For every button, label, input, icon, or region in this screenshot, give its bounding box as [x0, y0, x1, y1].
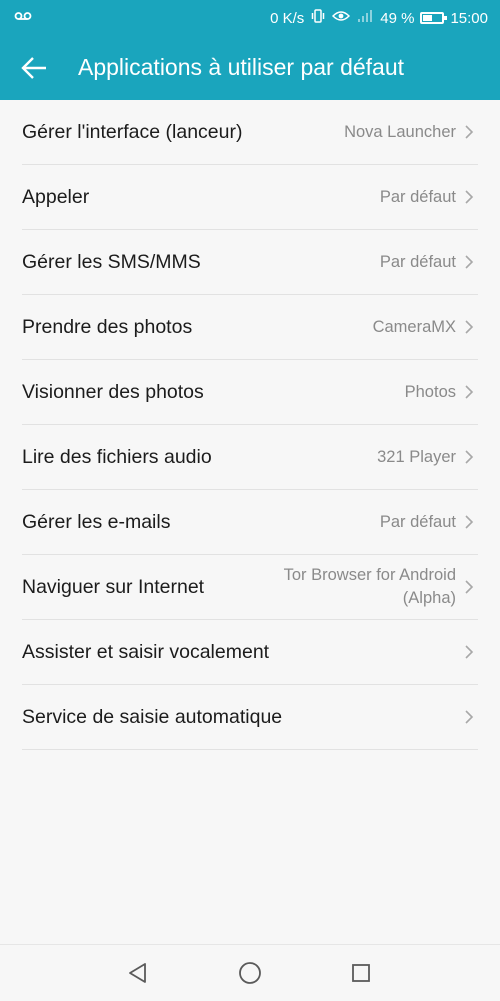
- list-item-email[interactable]: Gérer les e-mails Par défaut: [22, 490, 478, 555]
- list-item-value: Nova Launcher: [344, 122, 456, 141]
- list-item-value: Tor Browser for Android (Alpha): [284, 564, 456, 610]
- list-item-value: CameraMX: [372, 317, 456, 336]
- navigation-bar: [0, 944, 500, 1001]
- list-item-value: Par défaut: [379, 187, 456, 206]
- triangle-back-icon: [129, 963, 146, 983]
- chevron-right-icon: [460, 188, 478, 206]
- chevron-right-icon: [460, 383, 478, 401]
- square-recents-icon: [352, 964, 370, 982]
- network-speed: 0 K/s: [270, 9, 305, 27]
- app-bar: Applications à utiliser par défaut: [0, 36, 500, 100]
- list-item-audio[interactable]: Lire des fichiers audio 321 Player: [22, 425, 478, 490]
- list-item-value: Par défaut: [379, 512, 456, 531]
- chevron-right-icon: [460, 708, 478, 726]
- eye-comfort-icon: [332, 9, 351, 27]
- nav-home-button[interactable]: [234, 957, 266, 989]
- list-item-value-line1: Tor Browser for Android: [283, 566, 456, 584]
- voicemail-icon: [14, 9, 32, 26]
- list-item-value: 321 Player: [377, 447, 456, 466]
- list-item-label: Visionner des photos: [22, 380, 204, 403]
- list-item-value: Par défaut: [379, 252, 456, 271]
- chevron-right-icon: [460, 578, 478, 596]
- chevron-right-icon: [460, 253, 478, 271]
- chevron-right-icon: [460, 318, 478, 336]
- list-item-value-line2: (Alpha): [402, 589, 456, 607]
- circle-home-icon: [239, 962, 261, 984]
- list-item-camera[interactable]: Prendre des photos CameraMX: [22, 295, 478, 360]
- vibrate-icon: [310, 8, 326, 28]
- list-item-label: Appeler: [22, 185, 90, 208]
- list-item-autofill[interactable]: Service de saisie automatique: [22, 685, 478, 750]
- list-item-launcher[interactable]: Gérer l'interface (lanceur) Nova Launche…: [22, 100, 478, 165]
- chevron-right-icon: [460, 513, 478, 531]
- list-item-label: Service de saisie automatique: [22, 705, 283, 728]
- list-item-label: Naviguer sur Internet: [22, 575, 205, 598]
- list-item-value: Photos: [404, 382, 456, 401]
- chevron-right-icon: [460, 448, 478, 466]
- list-item-label: Lire des fichiers audio: [22, 445, 212, 468]
- list-item-browser[interactable]: Naviguer sur Internet Tor Browser for An…: [22, 555, 478, 620]
- clock: 15:00: [450, 9, 488, 27]
- chevron-right-icon: [460, 643, 478, 661]
- list-item-label: Gérer l'interface (lanceur): [22, 120, 243, 143]
- default-apps-list: Gérer l'interface (lanceur) Nova Launche…: [22, 100, 478, 750]
- battery-percent: 49 %: [380, 9, 415, 27]
- status-bar: 0 K/s 49 % 15:00: [0, 0, 500, 36]
- list-item-label: Gérer les SMS/MMS: [22, 250, 201, 273]
- list-item-label: Gérer les e-mails: [22, 510, 171, 533]
- list-item-label: Assister et saisir vocalement: [22, 640, 270, 663]
- list-item-sms[interactable]: Gérer les SMS/MMS Par défaut: [22, 230, 478, 295]
- nav-recents-button[interactable]: [345, 957, 377, 989]
- page-title: Applications à utiliser par défaut: [78, 54, 405, 80]
- battery-icon: [420, 12, 448, 24]
- back-button[interactable]: [14, 48, 54, 88]
- nav-back-button[interactable]: [122, 957, 154, 989]
- arrow-left-icon: [21, 57, 46, 79]
- list-item-gallery[interactable]: Visionner des photos Photos: [22, 360, 478, 425]
- list-item-phone[interactable]: Appeler Par défaut: [22, 165, 478, 230]
- list-item-assistant[interactable]: Assister et saisir vocalement: [22, 620, 478, 685]
- chevron-right-icon: [460, 123, 478, 141]
- signal-icon: [356, 9, 374, 27]
- list-item-label: Prendre des photos: [22, 315, 193, 338]
